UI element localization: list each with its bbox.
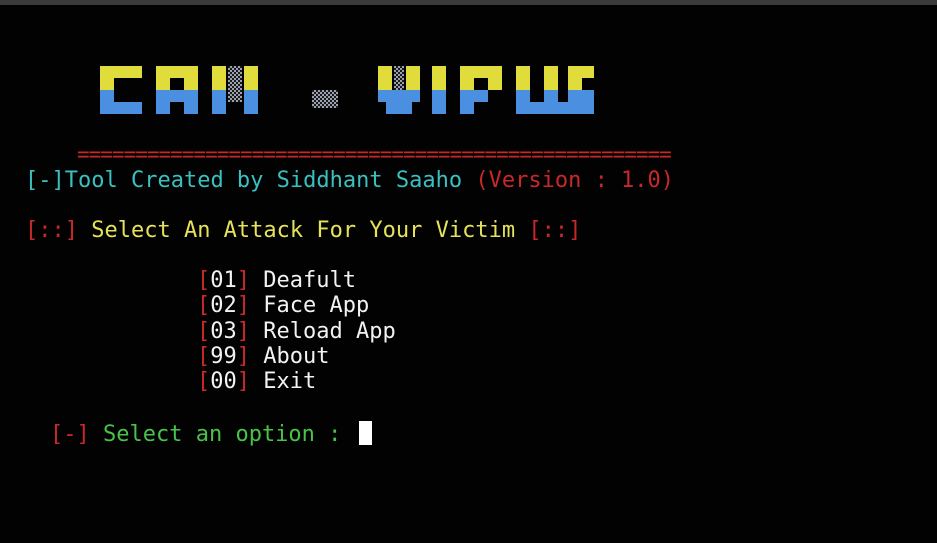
- text-cursor[interactable]: [358, 421, 372, 445]
- banner-letter: [432, 66, 446, 114]
- attack-menu: [01] Deafult [02] Face App [03] Reload A…: [197, 268, 396, 394]
- banner-letter: [556, 66, 594, 114]
- banner-logo: [100, 66, 594, 114]
- banner-letter: [156, 66, 198, 114]
- app-banner: [100, 60, 600, 124]
- menu-item-exit[interactable]: [00] Exit: [197, 369, 396, 394]
- menu-item-label: Deafult: [263, 268, 356, 293]
- menu-item-face-app[interactable]: [02] Face App: [197, 293, 396, 318]
- menu-item-about[interactable]: [99] About: [197, 344, 396, 369]
- option-prompt: [-] Select an option :: [50, 421, 372, 448]
- credit-prefix: [-]: [25, 168, 65, 193]
- menu-item-code: 03: [210, 318, 237, 344]
- banner-letter: [100, 66, 142, 114]
- heading-right-bracket: [::]: [528, 218, 582, 243]
- menu-item-label: Face App: [263, 293, 370, 319]
- prompt-text: Select an option :: [103, 422, 342, 447]
- menu-item-reload-app[interactable]: [03] Reload App: [197, 319, 396, 344]
- banner-letter: [516, 66, 558, 114]
- banner-letter: [212, 66, 258, 114]
- heading-left-bracket: [::]: [25, 218, 78, 243]
- menu-item-code: 02: [210, 293, 237, 319]
- menu-item-default[interactable]: [01] Deafult: [197, 268, 396, 293]
- prompt-prefix: [-]: [50, 422, 90, 447]
- version-label: (Version : 1.0): [475, 168, 675, 193]
- menu-item-label: Reload App: [263, 318, 396, 344]
- banner-letter: [378, 66, 420, 114]
- menu-item-code: 00: [210, 369, 237, 395]
- credit-line: [-]Tool Created by Siddhant Saaho (Versi…: [25, 168, 674, 194]
- banner-dash: [312, 90, 338, 108]
- menu-item-label: Exit: [263, 369, 317, 395]
- menu-item-code: 99: [210, 343, 237, 369]
- banner-letter: [460, 66, 502, 114]
- attack-heading: [::] Select An Attack For Your Victim [:…: [25, 218, 581, 244]
- credit-text: Tool Created by Siddhant Saaho: [64, 168, 463, 193]
- banner-divider: ========================================…: [77, 142, 672, 166]
- heading-text: Select An Attack For Your Victim: [91, 218, 516, 243]
- menu-item-code: 01: [210, 268, 237, 293]
- menu-item-label: About: [263, 343, 330, 369]
